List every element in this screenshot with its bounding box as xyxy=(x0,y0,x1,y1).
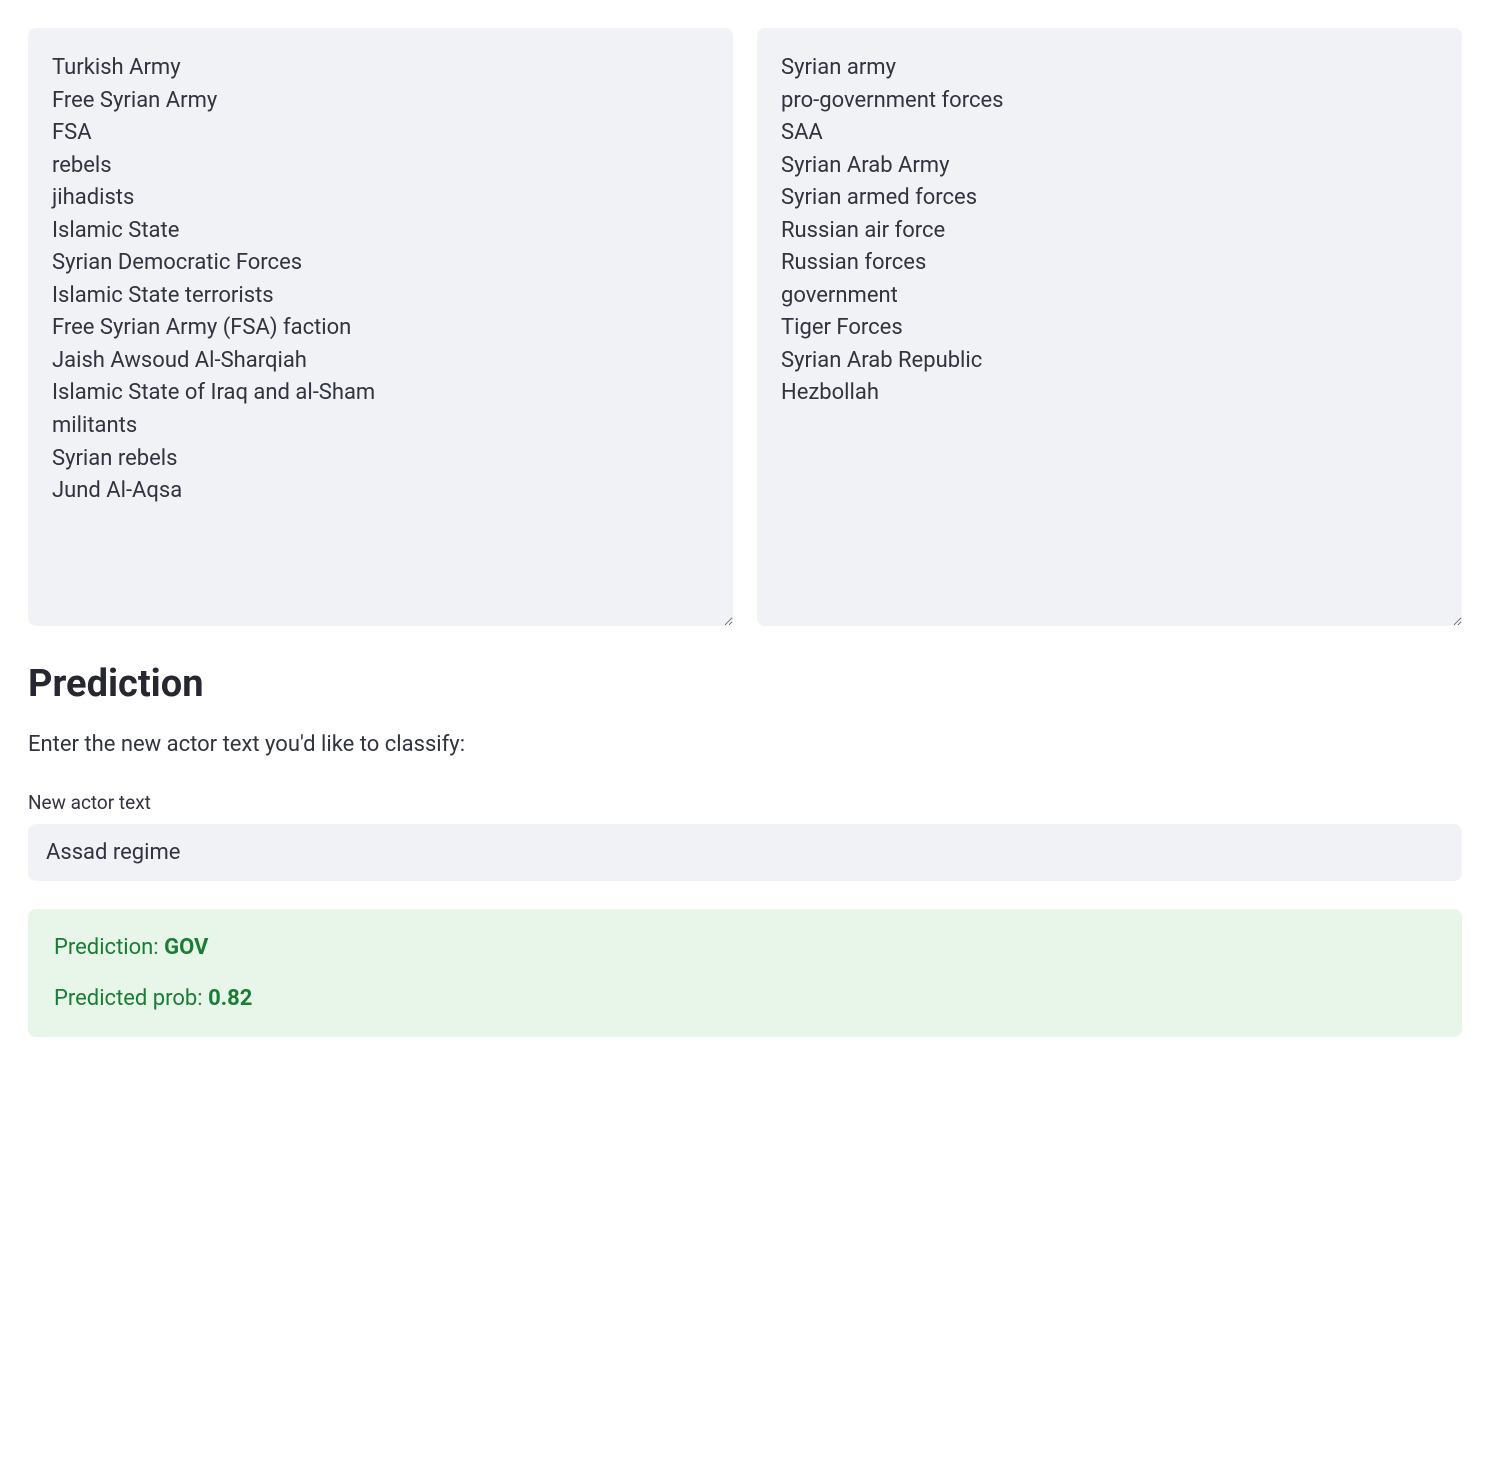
lists-row: Turkish Army Free Syrian Army FSA rebels… xyxy=(28,28,1462,626)
prediction-label-value: GOV xyxy=(164,935,208,960)
prediction-label-line: Prediction: GOV xyxy=(54,935,1436,960)
input-label: New actor text xyxy=(28,791,1462,814)
actor-text-input[interactable] xyxy=(28,824,1462,881)
prediction-prob-line: Predicted prob: 0.82 xyxy=(54,986,1436,1011)
prediction-label-prefix: Prediction: xyxy=(54,935,164,960)
prediction-prob-prefix: Predicted prob: xyxy=(54,986,208,1011)
instruction-text: Enter the new actor text you'd like to c… xyxy=(28,732,1462,757)
prediction-heading: Prediction xyxy=(28,662,1462,706)
right-list-textarea[interactable]: Syrian army pro-government forces SAA Sy… xyxy=(757,28,1462,626)
prediction-prob-value: 0.82 xyxy=(208,986,252,1011)
left-list-textarea[interactable]: Turkish Army Free Syrian Army FSA rebels… xyxy=(28,28,733,626)
prediction-result-box: Prediction: GOV Predicted prob: 0.82 xyxy=(28,909,1462,1037)
